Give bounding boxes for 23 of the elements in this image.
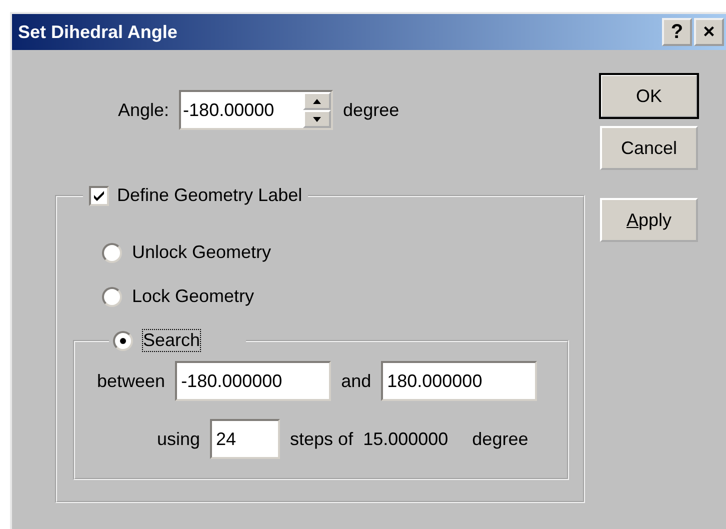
title-bar-button[interactable]: × [694, 18, 724, 46]
checkbox-label: Define Geometry Label [117, 185, 302, 206]
angle-label: Angle: [118, 100, 170, 120]
field-label: between [97, 370, 166, 392]
dialog-button[interactable]: Apply [600, 198, 698, 242]
input-field[interactable]: -180.000000 [175, 361, 332, 401]
title-bar-button[interactable]: ? [662, 18, 692, 46]
unit-label: degree [343, 100, 400, 120]
input-field[interactable]: 24 [210, 419, 280, 459]
dialog-button[interactable]: OK [600, 74, 698, 118]
angle-spin-box[interactable]: -180.00000 [179, 90, 334, 130]
field-label: steps of [290, 428, 354, 450]
radio-button[interactable]: Search [113, 330, 200, 351]
step-size-value: 15.000000 [363, 428, 448, 450]
unit-label: degree [472, 428, 528, 450]
dialog-button[interactable]: Cancel [600, 126, 698, 170]
radio-button[interactable]: Lock Geometry [102, 286, 569, 307]
input-field[interactable]: 180.000000 [381, 361, 538, 401]
radio-button[interactable]: Unlock Geometry [102, 242, 569, 263]
checkbox[interactable] [89, 186, 109, 206]
window-title: Set Dihedral Angle [18, 22, 178, 42]
field-label: and [341, 370, 372, 392]
field-label: using [157, 428, 200, 450]
